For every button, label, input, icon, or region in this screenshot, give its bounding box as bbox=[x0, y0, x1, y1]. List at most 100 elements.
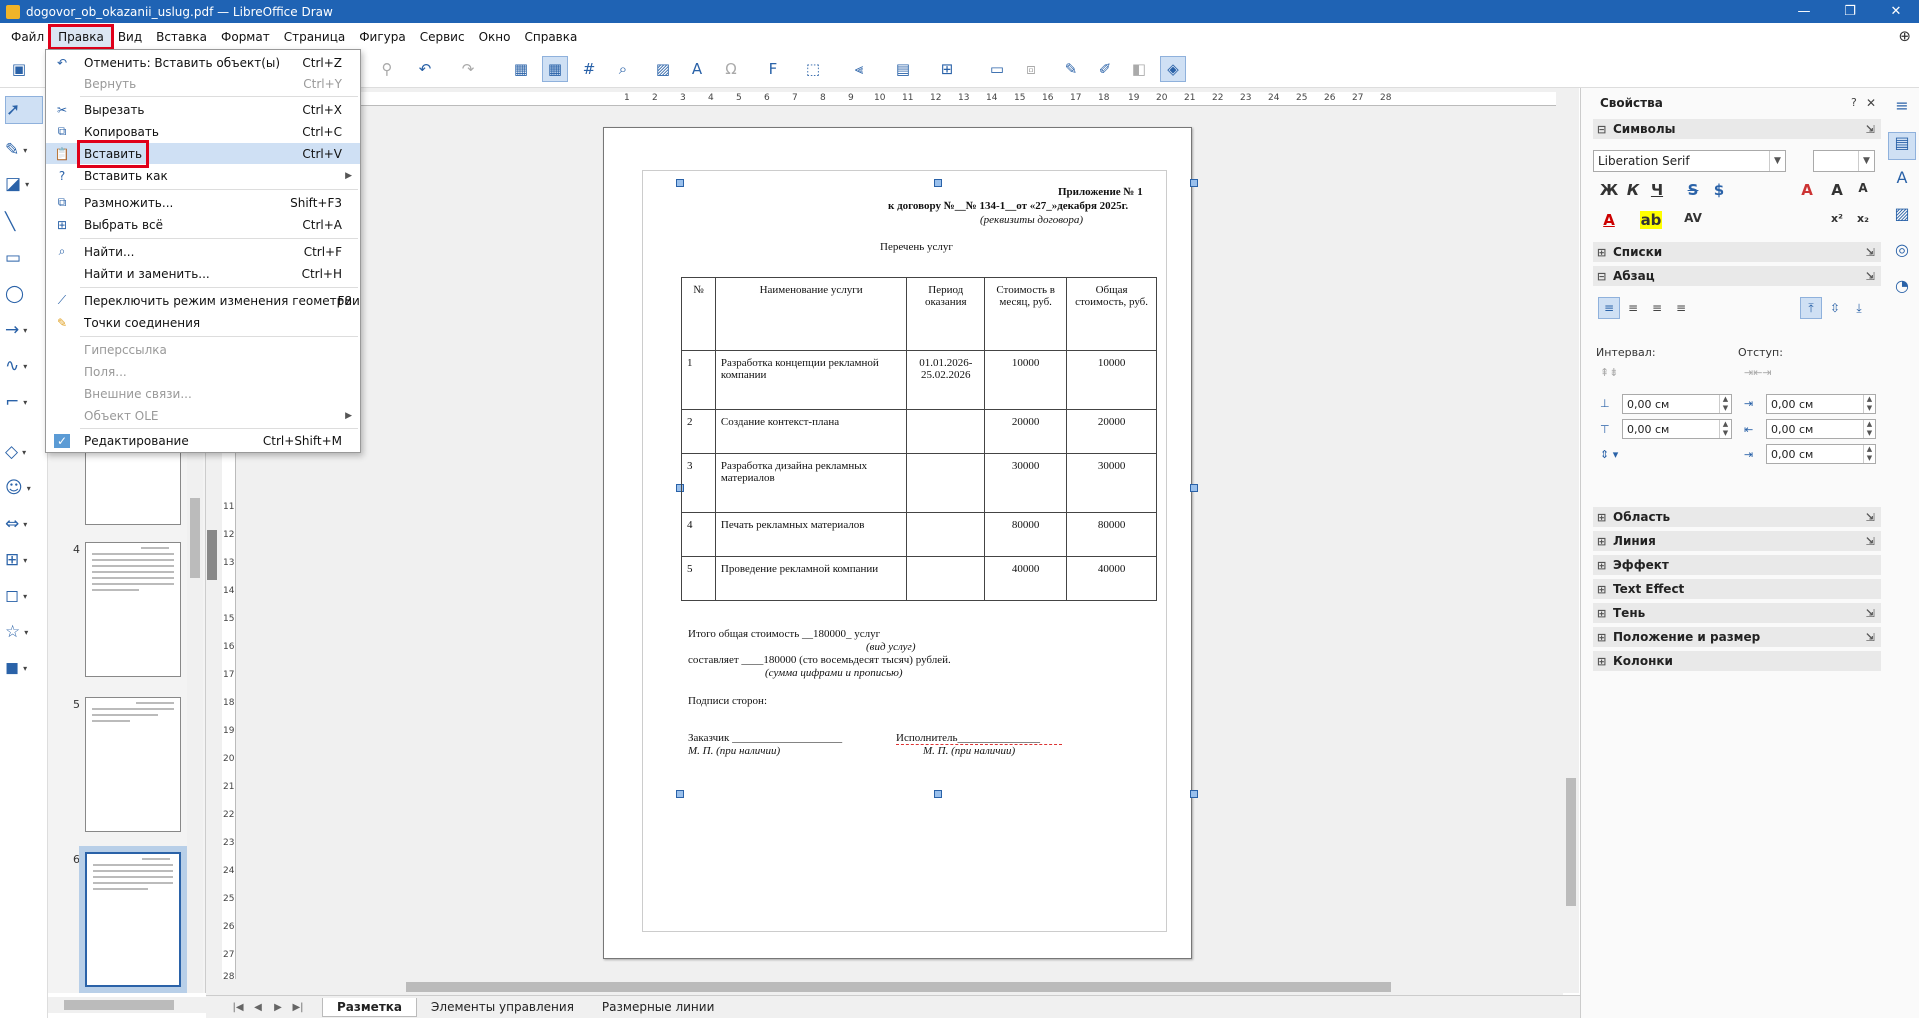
shapes-deck-icon[interactable]: ◔ bbox=[1888, 276, 1916, 304]
transformations-icon[interactable]: ⬚ bbox=[800, 56, 826, 82]
section-position-size[interactable]: ⊞ Положение и размер ⇲ bbox=[1593, 627, 1881, 647]
character-spacing-icon[interactable]: AV bbox=[1682, 211, 1704, 225]
line-tool-icon[interactable]: ╲ bbox=[5, 208, 43, 236]
section-line[interactable]: ⊞ Линия ⇲ bbox=[1593, 531, 1881, 551]
helplines-icon[interactable]: # bbox=[576, 56, 602, 82]
menu-item-glue-points[interactable]: ✎ Точки соединения bbox=[46, 312, 360, 333]
spin-arrows-icon[interactable]: ▲ ▼ bbox=[1719, 420, 1731, 438]
flowchart-icon[interactable]: ⊞ ▾ bbox=[5, 546, 43, 574]
section-text-effect[interactable]: ⊞ Text Effect bbox=[1593, 579, 1881, 599]
selection-handle[interactable] bbox=[1190, 484, 1198, 492]
spin-arrows-icon[interactable]: ▲ ▼ bbox=[1863, 395, 1875, 413]
deck-menu-icon[interactable]: ≡ bbox=[1888, 96, 1916, 124]
align-bottom-icon[interactable]: ⤓ bbox=[1848, 297, 1870, 319]
fontwork-icon[interactable]: F bbox=[760, 56, 786, 82]
first-line-indent-input[interactable]: 0,00 см ▲ ▼ bbox=[1766, 444, 1876, 464]
canvas-vertical-scrollbar[interactable] bbox=[1563, 88, 1579, 993]
menu-item-edit-mode[interactable]: ✓ Редактирование Ctrl+Shift+M bbox=[46, 430, 360, 451]
menu-item-hyperlink[interactable]: Гиперссылка bbox=[46, 339, 360, 360]
menu-item-find[interactable]: ⌕ Найти... Ctrl+F bbox=[46, 241, 360, 262]
last-tab-icon[interactable]: ▶| bbox=[288, 1002, 308, 1013]
menu-item-cut[interactable]: ✂ Вырезать Ctrl+X bbox=[46, 99, 360, 120]
more-options-icon[interactable]: ⇲ bbox=[1866, 535, 1875, 548]
collapse-pages-pane-handle[interactable] bbox=[207, 530, 217, 580]
selection-handle[interactable] bbox=[676, 179, 684, 187]
selection-handle[interactable] bbox=[676, 790, 684, 798]
menu-item-undo[interactable]: ↶ Отменить: Вставить объект(ы) Ctrl+Z bbox=[46, 52, 360, 73]
section-effect[interactable]: ⊞ Эффект bbox=[1593, 555, 1881, 575]
menu-edit[interactable]: Правка bbox=[48, 23, 114, 50]
points-edit-icon[interactable]: ✎ bbox=[1058, 56, 1084, 82]
section-shadow[interactable]: ⊞ Тень ⇲ bbox=[1593, 603, 1881, 623]
chevron-down-icon[interactable]: ▼ bbox=[1858, 151, 1874, 171]
menu-item-ole-object[interactable]: Объект OLE ▶ bbox=[46, 405, 360, 426]
menu-item-redo[interactable]: Вернуть Ctrl+Y bbox=[46, 73, 360, 94]
shadow-text-button[interactable]: $ bbox=[1708, 181, 1730, 199]
align-right-icon[interactable]: ≡ bbox=[1646, 297, 1668, 319]
insert-image-icon[interactable]: ▨ bbox=[650, 56, 676, 82]
section-lists[interactable]: ⊞ Списки ⇲ bbox=[1593, 242, 1881, 262]
font-size-combo[interactable]: ▼ bbox=[1813, 150, 1875, 172]
menu-item-copy[interactable]: ⧉ Копировать Ctrl+C bbox=[46, 121, 360, 142]
clone-format-icon[interactable]: ⚲ bbox=[374, 56, 400, 82]
align-center-icon[interactable]: ≡ bbox=[1622, 297, 1644, 319]
align-objects-icon[interactable]: ⫷ bbox=[846, 56, 872, 82]
menu-item-find-replace[interactable]: Найти и заменить... Ctrl+H bbox=[46, 263, 360, 284]
rectangle-tool-icon[interactable]: ▭ bbox=[5, 244, 43, 272]
symbol-shapes-icon[interactable]: ☺ ▾ bbox=[5, 474, 43, 502]
navigator-deck-icon[interactable]: ◎ bbox=[1888, 240, 1916, 268]
align-top-icon[interactable]: ⤒ bbox=[1800, 297, 1822, 319]
menu-item-paste-special[interactable]: ? Вставить как ▶ bbox=[46, 165, 360, 186]
select-tool-icon[interactable]: ➚ bbox=[5, 96, 43, 124]
zoom-pan-icon[interactable]: ⌕ bbox=[610, 56, 636, 82]
grow-font-icon[interactable]: A bbox=[1826, 181, 1848, 199]
more-options-icon[interactable]: ⇲ bbox=[1866, 511, 1875, 524]
callouts-icon[interactable]: ◻ ▾ bbox=[5, 582, 43, 610]
section-paragraph[interactable]: ⊟ Абзац ⇲ bbox=[1593, 266, 1881, 286]
section-area[interactable]: ⊞ Область ⇲ bbox=[1593, 507, 1881, 527]
italic-button[interactable]: К bbox=[1622, 181, 1644, 199]
new-document-icon[interactable]: ▣ bbox=[6, 56, 32, 82]
clear-formatting-icon[interactable]: A bbox=[1796, 181, 1818, 199]
selection-handle[interactable] bbox=[1190, 790, 1198, 798]
selection-handle[interactable] bbox=[934, 790, 942, 798]
line-color-icon[interactable]: ✎ ▾ bbox=[5, 136, 43, 164]
properties-deck-icon[interactable]: ▤ bbox=[1888, 132, 1916, 160]
redo-icon[interactable]: ↷ bbox=[455, 56, 481, 82]
increase-spacing-icon[interactable]: ⇞⇟ bbox=[1600, 366, 1618, 379]
minimize-button[interactable]: — bbox=[1781, 0, 1827, 23]
menu-item-select-all[interactable]: ⊞ Выбрать всё Ctrl+A bbox=[46, 214, 360, 235]
show-draw-functions-icon[interactable]: ◈ bbox=[1160, 56, 1186, 82]
section-symbols[interactable]: ⊟ Символы ⇲ bbox=[1593, 119, 1881, 139]
subscript-icon[interactable]: x₂ bbox=[1852, 212, 1874, 225]
more-options-icon[interactable]: ⇲ bbox=[1866, 246, 1875, 259]
highlight-color-icon[interactable]: ab bbox=[1640, 211, 1662, 229]
gallery-deck-icon[interactable]: ▨ bbox=[1888, 204, 1916, 232]
spin-arrows-icon[interactable]: ▲ ▼ bbox=[1863, 445, 1875, 463]
basic-shapes-icon[interactable]: ◇ ▾ bbox=[5, 438, 43, 466]
align-left-icon[interactable]: ≡ bbox=[1598, 297, 1620, 319]
justify-icon[interactable]: ≡ bbox=[1670, 297, 1692, 319]
arrow-line-icon[interactable]: → ▾ bbox=[5, 316, 43, 344]
crop-icon[interactable]: ⧈ bbox=[1018, 56, 1044, 82]
insert-textbox-icon[interactable]: A bbox=[684, 56, 710, 82]
menu-help[interactable]: Справка bbox=[517, 27, 584, 47]
menu-tools[interactable]: Сервис bbox=[413, 27, 472, 47]
distribute-icon[interactable]: ⊞ bbox=[934, 56, 960, 82]
menu-file[interactable]: Файл bbox=[4, 27, 51, 47]
ellipse-tool-icon[interactable]: ◯ bbox=[5, 280, 43, 308]
indent-before-input[interactable]: 0,00 см ▲ ▼ bbox=[1766, 394, 1876, 414]
increase-indent-icon[interactable]: ⇥⇤⇥ bbox=[1744, 366, 1772, 379]
menu-window[interactable]: Окно bbox=[472, 27, 518, 47]
page-thumbnail-4[interactable] bbox=[85, 542, 181, 677]
indent-after-input[interactable]: 0,00 см ▲ ▼ bbox=[1766, 419, 1876, 439]
menu-item-fields[interactable]: Поля... bbox=[46, 361, 360, 382]
block-arrows-icon[interactable]: ⇔ ▾ bbox=[5, 510, 43, 538]
more-options-icon[interactable]: ⇲ bbox=[1866, 123, 1875, 136]
toggle-extrusion-icon[interactable]: ◧ bbox=[1126, 56, 1152, 82]
font-color-icon[interactable]: A bbox=[1598, 211, 1620, 229]
spin-arrows-icon[interactable]: ▲ ▼ bbox=[1719, 395, 1731, 413]
superscript-icon[interactable]: x² bbox=[1826, 212, 1848, 225]
menu-format[interactable]: Формат bbox=[214, 27, 277, 47]
prev-tab-icon[interactable]: ◀ bbox=[248, 1002, 268, 1013]
